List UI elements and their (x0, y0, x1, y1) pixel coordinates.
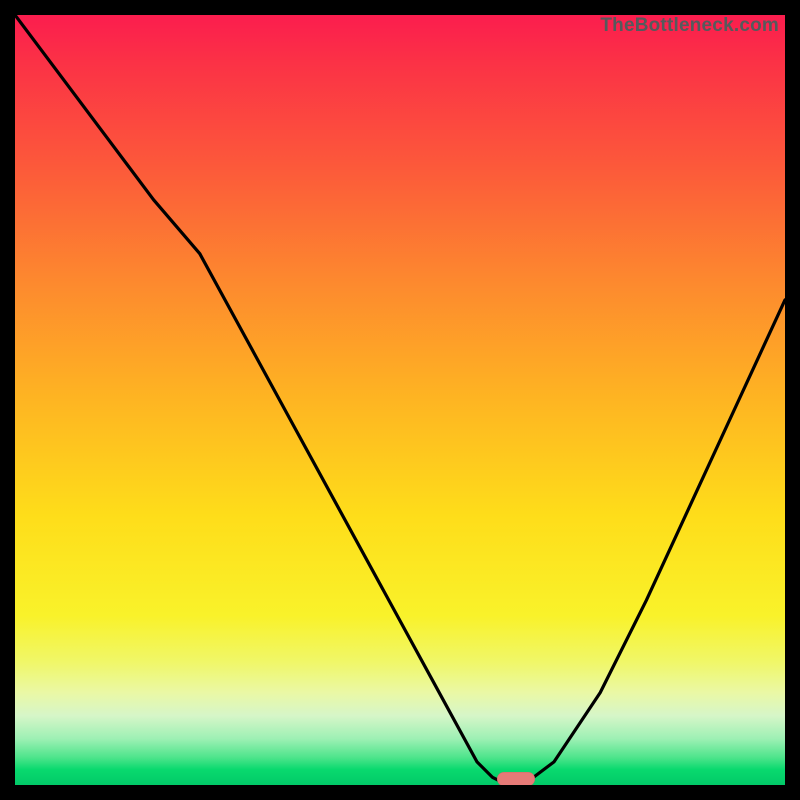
chart-frame: TheBottleneck.com (0, 0, 800, 800)
bottleneck-curve (15, 15, 785, 785)
optimal-marker (497, 772, 535, 785)
plot-area: TheBottleneck.com (15, 15, 785, 785)
